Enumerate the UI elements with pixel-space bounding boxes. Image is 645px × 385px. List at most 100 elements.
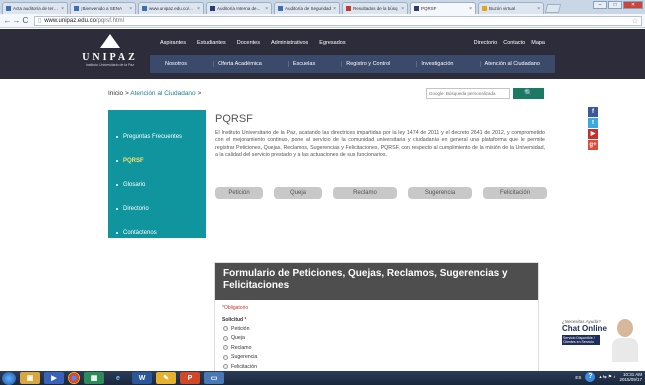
- maximize-button[interactable]: □: [608, 1, 622, 9]
- spreadsheet-icon[interactable]: ▦: [84, 372, 104, 384]
- google-plus-icon[interactable]: g+: [588, 140, 598, 150]
- breadcrumb-current[interactable]: Atención al Ciudadano: [130, 90, 195, 97]
- audience-link[interactable]: Egresados: [319, 40, 345, 46]
- logo-name: UNIPAZ: [82, 52, 138, 63]
- close-window-button[interactable]: ✕: [623, 1, 643, 9]
- radio-button[interactable]: [223, 326, 228, 332]
- tab-close-icon[interactable]: ×: [265, 6, 268, 12]
- solicitud-option[interactable]: Queja: [223, 335, 538, 343]
- chat-subtitle: Servicio Disponible / Clientes en Servic…: [562, 335, 600, 345]
- unipaz-logo[interactable]: UNIPAZ Instituto Universitario de la Paz: [80, 32, 140, 76]
- breadcrumb: Inicio > Atención al Ciudadano >: [108, 90, 201, 97]
- sidebar-item[interactable]: Directorio: [108, 197, 206, 221]
- youtube-icon[interactable]: ▶: [588, 129, 598, 139]
- chat-widget[interactable]: ¿Necesitas Ayuda? Chat Online Servicio D…: [562, 319, 642, 367]
- explorer-icon[interactable]: ▣: [20, 372, 40, 384]
- main-nav-item[interactable]: Nosotros: [161, 61, 191, 67]
- solicitud-option[interactable]: Felicitación: [223, 363, 538, 371]
- radio-label: Felicitación: [231, 363, 257, 370]
- internet-explorer-icon[interactable]: e: [108, 372, 128, 384]
- request-type-button[interactable]: Petición: [215, 187, 263, 199]
- clock[interactable]: 10:31 AM 2015/09/17: [619, 372, 642, 382]
- url-path: /pqrsf.html: [95, 17, 124, 24]
- media-player-icon[interactable]: ▶: [44, 372, 64, 384]
- utility-link[interactable]: Contacto: [503, 40, 525, 46]
- browser-tab[interactable]: Auditoría de Seguridad ×: [274, 2, 340, 14]
- help-icon[interactable]: ?: [585, 372, 596, 382]
- tab-label: Buzón virtual: [489, 6, 516, 11]
- request-type-button[interactable]: Reclamo: [333, 187, 397, 199]
- browser-tab[interactable]: www.unipaz.edu.co/... ×: [138, 2, 204, 14]
- twitter-icon[interactable]: t: [588, 118, 598, 128]
- paint-icon[interactable]: ✎: [156, 372, 176, 384]
- audience-link[interactable]: Docentes: [237, 40, 260, 46]
- word-icon[interactable]: W: [132, 372, 152, 384]
- tab-favicon-icon: [142, 6, 147, 11]
- forward-icon[interactable]: →: [12, 16, 21, 25]
- sidebar-item[interactable]: Glosario: [108, 173, 206, 197]
- search-input[interactable]: [426, 88, 510, 99]
- browser-toolbar: ← → C ▯ www.unipaz.edu.co /pqrsf.html ☆: [0, 14, 645, 28]
- tab-close-icon[interactable]: ×: [61, 6, 64, 12]
- tab-close-icon[interactable]: ×: [469, 6, 472, 12]
- minimize-button[interactable]: –: [593, 1, 607, 9]
- main-nav-item[interactable]: Escuelas: [287, 61, 319, 67]
- tray-arrows-icon[interactable]: ▴ ⇆ ⚑ ♪: [599, 374, 615, 380]
- radio-button[interactable]: [223, 364, 228, 370]
- facebook-icon[interactable]: f: [588, 107, 598, 117]
- tab-close-icon[interactable]: ×: [333, 6, 336, 12]
- tab-close-icon[interactable]: ×: [197, 6, 200, 12]
- browser-tab[interactable]: ¡Bienvenido a SENA ×: [70, 2, 136, 14]
- utility-link[interactable]: Mapa: [531, 40, 545, 46]
- request-type-button[interactable]: Sugerencia: [408, 187, 472, 199]
- audience-link[interactable]: Estudiantes: [197, 40, 226, 46]
- main-nav-item[interactable]: Oferta Académica: [213, 61, 266, 67]
- tab-label: Resultados de la búsq: [353, 6, 398, 11]
- breadcrumb-home[interactable]: Inicio: [108, 90, 123, 97]
- clock-date: 2015/09/17: [619, 377, 642, 382]
- sidebar: Preguntas Frecuentes PQRSF Glosario Directo…: [108, 110, 206, 238]
- browser-tab[interactable]: Acta auditoría de tere... ×: [2, 2, 68, 14]
- sidebar-item[interactable]: Contáctenos: [108, 221, 206, 245]
- page-title: PQRSF: [215, 113, 253, 125]
- tab-close-icon[interactable]: ×: [129, 6, 132, 12]
- bullet-icon: [116, 184, 118, 186]
- solicitud-label-text: Solicitud: [222, 317, 244, 323]
- main-nav-item[interactable]: Registro y Control: [341, 61, 394, 67]
- audience-link[interactable]: Aspirantes: [160, 40, 186, 46]
- address-bar[interactable]: ▯ www.unipaz.edu.co /pqrsf.html ☆: [33, 15, 642, 26]
- back-icon[interactable]: ←: [3, 16, 12, 25]
- audience-link[interactable]: Administrativos: [271, 40, 308, 46]
- sidebar-item[interactable]: PQRSF: [108, 149, 206, 173]
- browser-tab[interactable]: Resultados de la búsq ×: [342, 2, 408, 14]
- radio-button[interactable]: [223, 345, 228, 351]
- tab-favicon-icon: [414, 6, 419, 11]
- radio-button[interactable]: [223, 335, 228, 341]
- solicitud-option[interactable]: Petición: [223, 325, 538, 333]
- solicitud-option[interactable]: Sugerencia: [223, 354, 538, 362]
- bookmark-star-icon[interactable]: ☆: [632, 17, 638, 25]
- reload-icon[interactable]: C: [21, 16, 30, 25]
- radio-button[interactable]: [223, 354, 228, 360]
- request-type-button[interactable]: Queja: [274, 187, 322, 199]
- main-nav-item[interactable]: Investigación: [416, 61, 457, 67]
- chrome-icon[interactable]: [68, 372, 80, 384]
- browser-tab[interactable]: Auditoría Interna de... ×: [206, 2, 272, 14]
- breadcrumb-separator: >: [125, 90, 129, 97]
- main-nav-item[interactable]: Atención al Ciudadano: [479, 61, 544, 67]
- tab-favicon-icon: [74, 6, 79, 11]
- new-tab-button[interactable]: [544, 4, 562, 13]
- solicitud-option[interactable]: Reclamo: [223, 344, 538, 352]
- search-button[interactable]: 🔍: [513, 88, 544, 99]
- monitor-icon[interactable]: ▭: [204, 372, 224, 384]
- sidebar-item[interactable]: Preguntas Frecuentes: [108, 125, 206, 149]
- browser-tab[interactable]: PQRSF ×: [410, 2, 476, 14]
- utility-link[interactable]: Directorio: [474, 40, 498, 46]
- browser-tab[interactable]: Buzón virtual ×: [478, 2, 544, 14]
- powerpoint-icon[interactable]: P: [180, 372, 200, 384]
- language-indicator[interactable]: ES: [575, 375, 581, 380]
- tab-close-icon[interactable]: ×: [537, 6, 540, 12]
- tab-close-icon[interactable]: ×: [401, 6, 404, 12]
- request-type-button[interactable]: Felicitación: [483, 187, 547, 199]
- start-button[interactable]: [2, 371, 16, 385]
